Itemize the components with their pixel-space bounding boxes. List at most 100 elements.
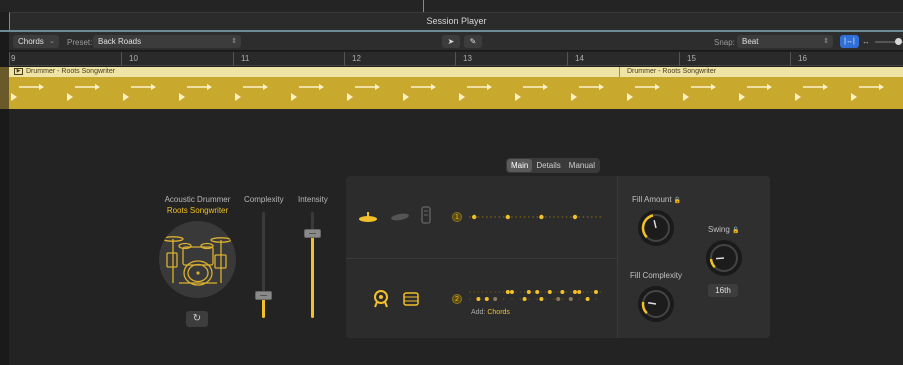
zoom-knob[interactable] [895, 38, 902, 45]
pattern-dot [490, 216, 492, 218]
pattern-dot [578, 298, 580, 300]
bar-number: 16 [798, 54, 807, 63]
pattern-dot [577, 290, 582, 294]
row2-pattern[interactable] [466, 288, 606, 308]
pencil-tool-button[interactable]: ✎ [464, 35, 482, 48]
fill-complexity-knob[interactable] [638, 286, 674, 322]
ruler-tick [233, 52, 234, 66]
chevron-down-icon: ⌄ [49, 38, 55, 45]
tambourine-shape [374, 290, 388, 308]
swing-label: Swing 🔓 [708, 225, 740, 234]
intensity-thumb[interactable] [304, 229, 321, 239]
fill-amount-knob[interactable] [638, 210, 674, 246]
timeline-ruler[interactable]: 9 10 11 12 13 14 15 16 [9, 52, 903, 66]
pattern-dot [568, 297, 573, 301]
region-name: Drummer - Roots Songwriter [627, 68, 717, 75]
row-number-badge: 1 [452, 212, 462, 222]
row1-pattern[interactable] [466, 210, 606, 224]
swing-note-value[interactable]: 16th [708, 284, 738, 297]
updown-chevron-icon: ⇕ [823, 38, 829, 45]
zoom-icon[interactable]: ↔ [862, 35, 870, 48]
pattern-dot [477, 291, 480, 293]
refresh-button[interactable]: ↻ [186, 311, 208, 327]
drummer-region[interactable]: ▶ Drummer - Roots Songwriter Drummer - R… [9, 67, 903, 109]
pattern-dot [578, 216, 581, 218]
editor-toolbar: Chords ⌄ Preset: Back Roads ⇕ ➤ ✎ Snap: … [9, 32, 903, 51]
fill-amount-text: Fill Amount [632, 195, 672, 204]
pattern-dot [515, 216, 518, 218]
pattern-dot [535, 290, 540, 294]
snap-value: Beat [742, 37, 759, 46]
drum-kit-avatar[interactable] [159, 221, 236, 298]
pattern-dot [572, 214, 578, 220]
pattern-dot [498, 291, 501, 293]
drum-hit [795, 93, 801, 101]
zoom-slider[interactable] [875, 38, 903, 45]
tab-manual[interactable]: Manual [565, 159, 599, 172]
pattern-dot [590, 216, 593, 218]
drum-hit [851, 93, 857, 101]
pattern-dot [502, 298, 505, 300]
region-play-icon[interactable]: ▶ [14, 68, 23, 75]
drum-hit [39, 84, 44, 90]
pattern-dot [510, 290, 514, 294]
drum-hit [711, 84, 716, 90]
drummer-style[interactable]: Roots Songwriter [150, 206, 245, 215]
hihat-icon[interactable] [390, 210, 410, 228]
pattern-dot [494, 291, 496, 293]
chords-dropdown[interactable]: Chords ⌄ [13, 35, 59, 48]
pattern-dot [511, 298, 513, 300]
drum-hit [319, 84, 324, 90]
drum-hit [571, 93, 577, 101]
lock-icon[interactable]: 🔓 [674, 198, 681, 204]
tambourine-icon[interactable] [372, 290, 390, 313]
bar-number: 9 [11, 54, 16, 63]
cymbal-icon[interactable] [358, 208, 378, 229]
drum-hit [431, 84, 436, 90]
swing-knob[interactable] [706, 240, 742, 276]
snare-icon[interactable] [402, 291, 420, 312]
catch-button[interactable]: |↔| [840, 35, 859, 48]
pattern-dot [544, 291, 547, 293]
catch-icon: |↔| [844, 38, 855, 45]
drummer-name: Acoustic Drummer [164, 195, 231, 204]
pointer-tool-button[interactable]: ➤ [442, 35, 460, 48]
pattern-dot [553, 216, 555, 218]
lock-icon[interactable]: 🔓 [732, 228, 739, 234]
pattern-dot [556, 297, 561, 301]
tab-details[interactable]: Details [532, 159, 564, 172]
pattern-dot [573, 290, 577, 294]
tab-main[interactable]: Main [507, 159, 533, 172]
pattern-dot [560, 290, 565, 294]
pattern-dot [548, 216, 551, 218]
fill-complexity-label: Fill Complexity [630, 271, 683, 280]
region-name: Drummer - Roots Songwriter [26, 68, 116, 75]
pattern-dot [591, 291, 593, 293]
drum-hit [627, 93, 633, 101]
pattern-dot [469, 298, 471, 300]
ruler-tick [121, 52, 122, 66]
pattern-dot [527, 216, 530, 218]
complexity-thumb[interactable] [255, 290, 272, 300]
pattern-dot [526, 290, 531, 294]
pattern-dot [557, 291, 559, 293]
pattern-dot [528, 298, 530, 300]
preset-dropdown[interactable]: Back Roads ⇕ [93, 35, 241, 48]
ruler-tick [790, 52, 791, 66]
pattern-dot [481, 216, 484, 218]
drum-hit [879, 84, 884, 90]
drum-hit [235, 93, 241, 101]
pattern-dot [536, 216, 539, 218]
pattern-dot [484, 297, 489, 301]
drum-hit [823, 84, 828, 90]
window-title: Session Player [426, 16, 487, 26]
bar-number: 10 [129, 54, 138, 63]
shaker-icon[interactable] [421, 206, 431, 229]
region-header[interactable]: ▶ Drummer - Roots Songwriter Drummer - R… [9, 67, 903, 77]
pattern-dot [493, 297, 498, 301]
playhead-marker[interactable] [423, 0, 424, 12]
drum-hit [683, 93, 689, 101]
add-chords-label[interactable]: Add: Chords [471, 309, 510, 316]
ruler-tick [679, 52, 680, 66]
snap-dropdown[interactable]: Beat ⇕ [737, 35, 833, 48]
